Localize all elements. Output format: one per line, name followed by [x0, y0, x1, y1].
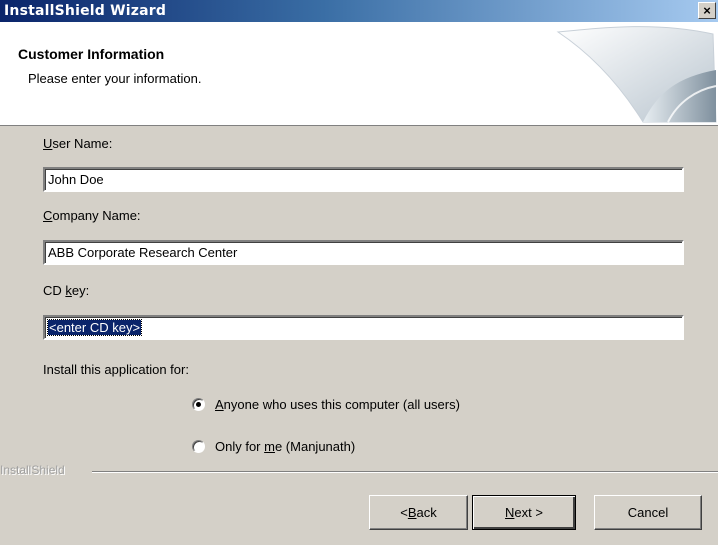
company-name-value: ABB Corporate Research Center	[48, 245, 238, 260]
user-name-label-mnemonic: U	[43, 136, 53, 151]
back-button-mnemonic: B	[407, 505, 417, 520]
cd-key-label-text: ey:	[71, 283, 90, 298]
user-name-label-text: ser Name:	[52, 136, 113, 151]
back-button[interactable]: < Back	[369, 495, 468, 530]
radio-all-users[interactable]: Anyone who uses this computer (all users…	[192, 397, 460, 412]
title-bar[interactable]: InstallShield Wizard ×	[0, 0, 718, 22]
page-curl-graphic-icon	[556, 26, 717, 123]
next-button-text: ext >	[514, 505, 543, 520]
close-icon: ×	[703, 3, 711, 18]
cd-key-label-prefix: CD	[43, 283, 66, 298]
install-for-label: Install this application for:	[43, 362, 189, 377]
company-name-label-mnemonic: C	[43, 208, 53, 223]
cancel-button[interactable]: Cancel	[594, 495, 702, 530]
close-button[interactable]: ×	[698, 2, 716, 19]
user-name-value: John Doe	[48, 172, 104, 187]
back-button-text: ack	[416, 505, 437, 520]
radio-all-users-text: nyone who uses this computer (all users)	[223, 397, 460, 412]
window-title: InstallShield Wizard	[4, 3, 167, 19]
user-name-field[interactable]: John Doe	[43, 167, 684, 192]
radio-only-me-label: Only for me (Manjunath)	[215, 439, 355, 454]
user-name-label: User Name:	[43, 136, 112, 151]
back-button-prefix: <	[400, 505, 408, 520]
page-title: Customer Information	[18, 46, 165, 62]
radio-only-me-text: e (Manjunath)	[274, 439, 356, 454]
footer-divider	[92, 471, 718, 473]
radio-only-me-prefix: Only for	[215, 439, 265, 454]
radio-all-users-label: Anyone who uses this computer (all users…	[215, 397, 460, 412]
company-name-field[interactable]: ABB Corporate Research Center	[43, 240, 684, 265]
next-button-mnemonic: N	[505, 505, 515, 520]
company-name-label: Company Name:	[43, 208, 141, 223]
cd-key-field[interactable]: <enter CD key>	[43, 315, 684, 340]
radio-all-users-mnemonic: A	[215, 397, 224, 412]
radio-only-me-icon[interactable]	[192, 440, 205, 453]
company-name-label-text: ompany Name:	[52, 208, 141, 223]
radio-only-me[interactable]: Only for me (Manjunath)	[192, 439, 355, 454]
installshield-brand: InstallShield	[0, 463, 65, 477]
next-button[interactable]: Next >	[472, 495, 576, 530]
cd-key-value: <enter CD key>	[46, 319, 143, 336]
cd-key-label: CD key:	[43, 283, 89, 298]
radio-all-users-icon[interactable]	[192, 398, 205, 411]
cancel-button-label: Cancel	[627, 505, 669, 520]
wizard-header: Customer Information Please enter your i…	[0, 22, 718, 126]
installshield-wizard-window: InstallShield Wizard × Customer Informat…	[0, 0, 718, 545]
radio-only-me-mnemonic: m	[264, 439, 275, 454]
page-subtitle: Please enter your information.	[28, 71, 202, 86]
